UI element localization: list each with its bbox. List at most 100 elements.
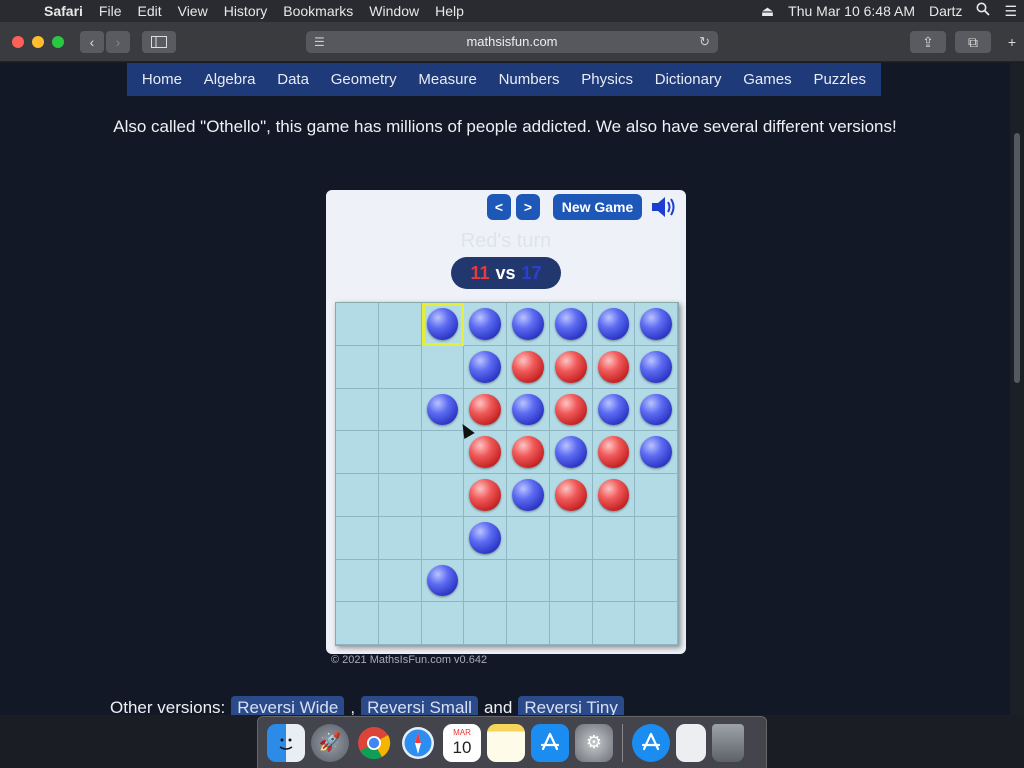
board-cell[interactable] xyxy=(635,474,678,517)
board-cell[interactable] xyxy=(421,559,465,603)
reload-icon[interactable]: ↻ xyxy=(699,31,710,53)
nav-data[interactable]: Data xyxy=(277,71,309,88)
board-cell[interactable] xyxy=(378,559,422,603)
board-cell[interactable] xyxy=(421,303,465,346)
board-cell[interactable] xyxy=(592,303,636,346)
board-cell[interactable] xyxy=(421,516,465,560)
new-game-button[interactable]: New Game xyxy=(553,194,642,220)
board-cell[interactable] xyxy=(378,431,422,474)
board-cell[interactable] xyxy=(464,516,507,560)
board-cell[interactable] xyxy=(336,516,379,560)
reader-list-icon[interactable]: ☰ xyxy=(314,31,325,53)
calendar-icon[interactable]: MAR 10 xyxy=(443,723,481,762)
board-cell[interactable] xyxy=(549,388,593,432)
board-cell[interactable] xyxy=(378,388,422,432)
nav-games[interactable]: Games xyxy=(743,71,791,88)
board-cell[interactable] xyxy=(507,431,550,474)
board-cell[interactable] xyxy=(421,388,465,432)
tabs-overview-button[interactable]: ⧉ xyxy=(955,31,991,53)
board-cell[interactable] xyxy=(592,431,636,474)
board-cell[interactable] xyxy=(635,431,678,474)
spotlight-search-icon[interactable] xyxy=(969,0,997,22)
board-cell[interactable] xyxy=(592,388,636,432)
board-cell[interactable] xyxy=(421,345,465,389)
menu-bookmarks[interactable]: Bookmarks xyxy=(275,0,361,22)
board-cell[interactable] xyxy=(336,431,379,474)
board-cell[interactable] xyxy=(464,602,507,645)
board-cell[interactable] xyxy=(421,431,465,474)
board-cell[interactable] xyxy=(464,388,507,432)
nav-measure[interactable]: Measure xyxy=(418,71,476,88)
trash-icon[interactable] xyxy=(712,723,744,762)
nav-puzzles[interactable]: Puzzles xyxy=(813,71,866,88)
nav-dictionary[interactable]: Dictionary xyxy=(655,71,722,88)
menubar-user[interactable]: Dartz xyxy=(922,0,969,22)
board-cell[interactable] xyxy=(464,345,507,389)
app-store-icon[interactable] xyxy=(531,723,569,762)
board-cell[interactable] xyxy=(336,602,379,645)
board-cell[interactable] xyxy=(464,559,507,603)
board-cell[interactable] xyxy=(464,303,507,346)
board-cell[interactable] xyxy=(378,303,422,346)
board-cell[interactable] xyxy=(507,602,550,645)
link-reversi-small[interactable]: Reversi Small xyxy=(361,696,478,715)
control-center-list-icon[interactable]: ☰ xyxy=(997,0,1024,22)
board-cell[interactable] xyxy=(378,516,422,560)
nav-home[interactable]: Home xyxy=(142,71,182,88)
board-cell[interactable] xyxy=(421,474,465,517)
board-cell[interactable] xyxy=(507,516,550,560)
nav-numbers[interactable]: Numbers xyxy=(499,71,560,88)
share-button[interactable]: ⇪ xyxy=(910,31,946,53)
notes-icon[interactable] xyxy=(487,723,525,762)
speaker-icon[interactable] xyxy=(650,194,678,220)
link-reversi-tiny[interactable]: Reversi Tiny xyxy=(518,696,624,715)
board-cell[interactable] xyxy=(549,559,593,603)
menu-edit[interactable]: Edit xyxy=(129,0,169,22)
menu-view[interactable]: View xyxy=(170,0,216,22)
nav-algebra[interactable]: Algebra xyxy=(204,71,256,88)
new-tab-button[interactable]: + xyxy=(1000,31,1024,53)
board-cell[interactable] xyxy=(635,303,678,346)
app-store-downloads-icon[interactable] xyxy=(632,723,670,762)
board-cell[interactable] xyxy=(336,345,379,389)
back-button[interactable]: ‹ xyxy=(80,31,104,53)
board-cell[interactable] xyxy=(635,602,678,645)
game-board[interactable] xyxy=(335,302,679,646)
board-cell[interactable] xyxy=(549,303,593,346)
board-cell[interactable] xyxy=(592,602,636,645)
board-cell[interactable] xyxy=(635,388,678,432)
window-minimize-button[interactable] xyxy=(32,36,44,48)
board-cell[interactable] xyxy=(549,431,593,474)
board-cell[interactable] xyxy=(378,602,422,645)
board-cell[interactable] xyxy=(635,345,678,389)
undo-button[interactable]: < xyxy=(487,194,511,220)
board-cell[interactable] xyxy=(336,303,379,346)
menu-history[interactable]: History xyxy=(216,0,276,22)
menu-file[interactable]: File xyxy=(91,0,130,22)
window-zoom-button[interactable] xyxy=(52,36,64,48)
board-cell[interactable] xyxy=(507,345,550,389)
link-reversi-wide[interactable]: Reversi Wide xyxy=(231,696,345,715)
page-scrollbar[interactable] xyxy=(1010,63,1024,715)
menubar-clock[interactable]: Thu Mar 10 6:48 AM xyxy=(781,0,922,22)
address-bar[interactable]: ☰ mathsisfun.com ↻ xyxy=(306,31,718,53)
menu-window[interactable]: Window xyxy=(361,0,427,22)
board-cell[interactable] xyxy=(378,345,422,389)
menu-help[interactable]: Help xyxy=(427,0,472,22)
board-cell[interactable] xyxy=(549,474,593,517)
nav-physics[interactable]: Physics xyxy=(581,71,633,88)
board-cell[interactable] xyxy=(507,303,550,346)
board-cell[interactable] xyxy=(421,602,465,645)
eject-icon[interactable]: ⏏ xyxy=(754,0,781,22)
board-cell[interactable] xyxy=(507,474,550,517)
system-preferences-icon[interactable]: ⚙ xyxy=(575,723,613,762)
board-cell[interactable] xyxy=(336,388,379,432)
board-cell[interactable] xyxy=(592,559,636,603)
board-cell[interactable] xyxy=(507,388,550,432)
forward-button[interactable]: › xyxy=(106,31,130,53)
board-cell[interactable] xyxy=(549,516,593,560)
finder-icon[interactable] xyxy=(267,723,305,762)
file-icon[interactable] xyxy=(676,723,706,762)
board-cell[interactable] xyxy=(464,474,507,517)
scrollbar-thumb[interactable] xyxy=(1014,133,1020,383)
